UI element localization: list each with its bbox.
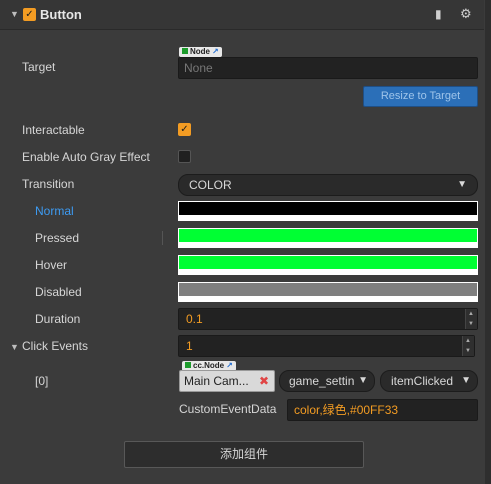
external-link-icon: ↗: [226, 361, 233, 370]
normal-color-fill: [179, 202, 477, 215]
event-component-dropdown[interactable]: game_settin ▼: [279, 370, 375, 392]
click-events-count-input[interactable]: 1 ▲ ▼: [178, 335, 475, 357]
gear-icon[interactable]: ⚙: [460, 6, 472, 22]
component-enabled-checkbox[interactable]: ✓: [23, 8, 36, 21]
hover-color-fill: [179, 256, 477, 269]
hover-color-label: Hover: [35, 258, 68, 272]
disabled-color-fill: [179, 283, 477, 296]
node-type-text: Node: [190, 47, 210, 56]
transition-dropdown[interactable]: COLOR ▼: [178, 174, 478, 196]
click-events-label: Click Events: [22, 339, 89, 353]
custom-event-data-input[interactable]: color,绿色,#00FF33: [287, 399, 478, 421]
duration-value: 0.1: [186, 312, 203, 326]
resize-to-target-button[interactable]: Resize to Target: [363, 86, 478, 107]
duration-input[interactable]: 0.1 ▲ ▼: [178, 308, 478, 330]
event-component-value: game_settin: [289, 374, 355, 388]
component-header: ▼ ✓ Button ▮ ⚙: [0, 0, 484, 30]
component-title: Button: [40, 7, 82, 22]
node-type-tag: Node ↗: [179, 47, 222, 57]
add-component-button[interactable]: 添加组件: [124, 441, 364, 468]
custom-event-data-value: color,绿色,#00FF33: [294, 403, 399, 417]
interactable-label: Interactable: [22, 123, 85, 137]
click-events-triangle-icon[interactable]: ▼: [10, 342, 19, 352]
chevron-down-icon: ▼: [461, 375, 471, 386]
normal-color-swatch[interactable]: [178, 201, 478, 221]
pressed-color-fill: [179, 229, 477, 242]
chevron-down-icon: ▼: [457, 179, 467, 190]
disabled-color-swatch[interactable]: [178, 282, 478, 302]
duration-stepper[interactable]: ▲ ▼: [465, 309, 477, 329]
auto-gray-label: Enable Auto Gray Effect: [22, 150, 150, 164]
event-handler-value: itemClicked: [391, 374, 454, 388]
pressed-color-label: Pressed: [35, 231, 80, 245]
event-node-type-text: cc.Node: [193, 361, 225, 370]
event-index-label: [0]: [35, 374, 49, 388]
target-label: Target: [22, 60, 56, 74]
column-divider: [162, 231, 163, 245]
click-events-count: 1: [186, 339, 193, 353]
event-handler-dropdown[interactable]: itemClicked ▼: [380, 370, 478, 392]
target-field[interactable]: None: [178, 57, 478, 79]
external-link-icon: ↗: [212, 47, 219, 56]
target-placeholder: None: [184, 61, 213, 75]
click-events-stepper[interactable]: ▲ ▼: [462, 336, 474, 356]
auto-gray-checkbox[interactable]: [178, 150, 191, 163]
pressed-color-swatch[interactable]: [178, 228, 478, 248]
collapse-triangle-icon[interactable]: ▼: [10, 9, 19, 19]
transition-label: Transition: [22, 177, 75, 191]
chevron-down-icon: ▼: [358, 375, 368, 386]
close-icon[interactable]: ✖: [254, 371, 274, 391]
disabled-color-label: Disabled: [35, 285, 82, 299]
hover-color-swatch[interactable]: [178, 255, 478, 275]
custom-event-data-label: CustomEventData: [179, 402, 277, 416]
interactable-checkbox[interactable]: ✓: [178, 123, 191, 136]
book-icon[interactable]: ▮: [435, 7, 442, 21]
event-target-node-text: Main Cam...: [184, 374, 249, 388]
normal-color-label: Normal: [35, 204, 74, 218]
scrollbar[interactable]: [485, 0, 491, 484]
transition-value: COLOR: [189, 178, 232, 192]
duration-label: Duration: [35, 312, 81, 326]
